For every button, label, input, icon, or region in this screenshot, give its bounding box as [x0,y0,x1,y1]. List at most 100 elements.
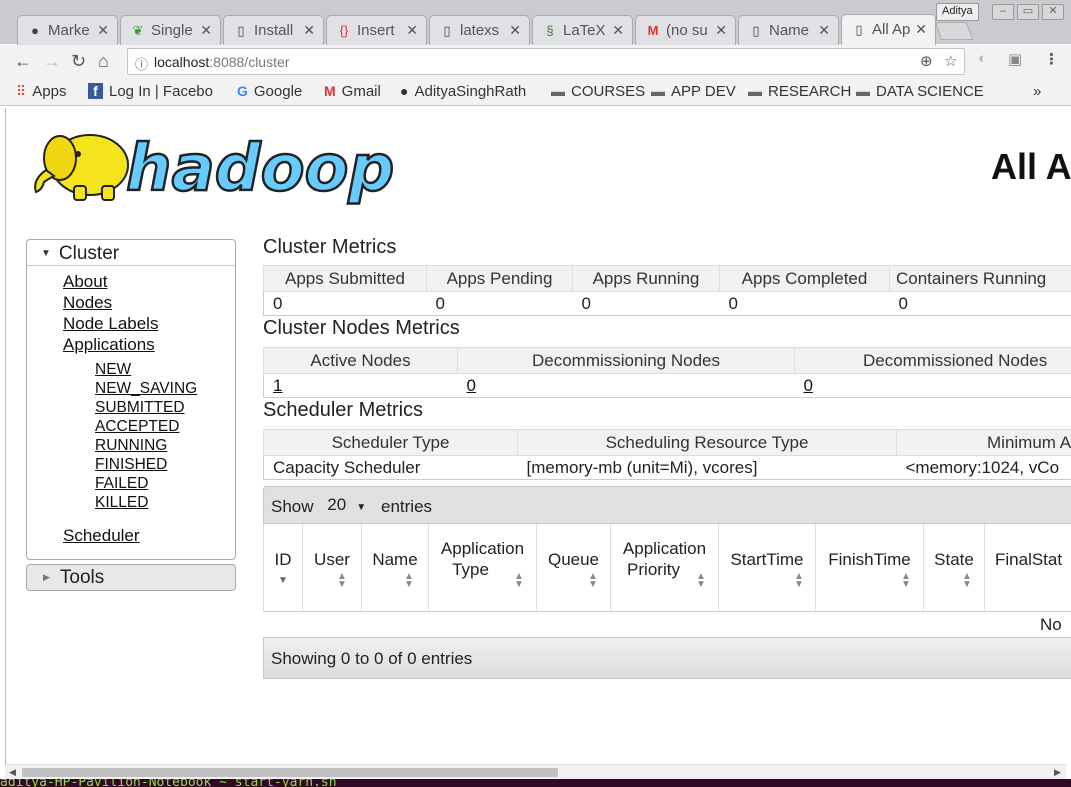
column-label: Application [622,539,707,558]
page-length-select[interactable]: 20 ▼ [322,493,373,517]
extension-icon[interactable]: ◐ [978,50,987,67]
new-tab-button[interactable] [934,22,974,40]
sidebar-state-killed[interactable]: KILLED [95,494,148,512]
bookmark-google[interactable]: G Google [237,83,302,100]
close-icon[interactable]: ✕ [915,21,927,38]
sidebar-item-about[interactable]: About [63,272,107,292]
folder-icon: ▬ [856,83,870,99]
close-icon[interactable]: ✕ [200,22,212,39]
close-icon[interactable]: ✕ [97,22,109,39]
address-bar[interactable]: ⓘ localhost:8088/cluster ⊕ ☆ [127,48,965,75]
sidebar-state-submitted[interactable]: SUBMITTED [95,399,185,417]
star-icon[interactable]: ☆ [944,52,957,70]
column-header[interactable]: Apps Pending [426,265,573,292]
tab-4[interactable]: ▯ latexs ✕ [429,15,530,45]
sidebar-state-failed[interactable]: FAILED [95,475,148,493]
bookmarks-overflow-button[interactable]: » [1033,83,1041,100]
close-icon[interactable]: ✕ [715,22,727,39]
column-header[interactable]: Containers Running [889,265,1071,292]
close-icon[interactable]: ✕ [818,22,830,39]
column-header[interactable]: Decommissioning Nodes [457,347,795,374]
page-icon: ▯ [237,23,245,38]
bookmark-folder-app-dev[interactable]: ▬ APP DEV [651,83,736,100]
column-state[interactable]: State ▲ ▼ [924,524,985,611]
decommissioning-nodes-link[interactable]: 0 [467,376,476,395]
sidebar-item-applications[interactable]: Applications [63,335,155,355]
tab-title: Install [254,22,294,39]
sidebar-state-finished[interactable]: FINISHED [95,456,167,474]
bookmark-gmail[interactable]: M Gmail [324,83,381,100]
active-nodes-link[interactable]: 1 [273,376,282,395]
reload-icon[interactable]: ↻ [71,51,86,72]
home-icon[interactable]: ⌂ [98,51,109,72]
tab-6[interactable]: M (no su ✕ [635,15,736,45]
bookmark-label: Gmail [341,83,381,100]
sidebar-state-accepted[interactable]: ACCEPTED [95,418,179,436]
minimum-allocation-value: <memory:1024, vCo [896,455,1071,480]
sidebar-state-new[interactable]: NEW [95,361,131,379]
tab-3[interactable]: {} Insert ✕ [326,15,427,45]
column-final-status[interactable]: FinalStat [985,524,1071,611]
scroll-right-arrow-icon[interactable]: ▶ [1054,767,1061,778]
node-metrics-title: Cluster Nodes Metrics [263,317,460,339]
bookmark-label: RESEARCH [768,83,852,100]
bookmark-apps[interactable]: ⠿ Apps [16,83,66,100]
extension-box-icon[interactable]: ▣ [1008,50,1022,68]
tab-1[interactable]: ❦ Single ✕ [120,15,221,45]
column-application-priority[interactable]: Application Priority ▲ ▼ [611,524,719,611]
forward-arrow-icon[interactable]: → [43,51,61,72]
metric-value: 0 [719,291,890,316]
sidebar-cluster-header[interactable]: ▼ Cluster [27,240,235,266]
chevron-down-icon: ▼ [356,502,367,513]
metric-value: 0 [572,291,720,316]
profile-chip[interactable]: Aditya [936,3,979,21]
bookmark-folder-research[interactable]: ▬ RESEARCH [748,83,851,100]
column-header[interactable]: Decommissioned Nodes [794,347,1071,374]
sidebar-state-running[interactable]: RUNNING [95,437,167,455]
close-icon[interactable]: ✕ [406,22,418,39]
column-start-time[interactable]: StartTime ▲ ▼ [719,524,816,611]
sidebar-state-new-saving[interactable]: NEW_SAVING [95,380,197,398]
tab-5[interactable]: § LaTeX ✕ [532,15,633,45]
tab-7[interactable]: ▯ Name ✕ [738,15,839,45]
column-header[interactable]: Apps Completed [719,265,890,292]
back-arrow-icon[interactable]: ← [14,51,32,72]
horizontal-scrollbar[interactable]: ◀ ▶ [5,764,1066,779]
column-user[interactable]: User ▲ ▼ [303,524,362,611]
bookmark-folder-courses[interactable]: ▬ COURSES [551,83,645,100]
close-icon[interactable]: ✕ [509,22,521,39]
bookmark-github[interactable]: ● AdityaSinghRath [400,83,537,100]
maximize-icon[interactable]: ▭ [1017,4,1039,20]
sidebar-item-nodes[interactable]: Nodes [63,293,112,313]
tab-0[interactable]: ● Marke ✕ [17,15,118,45]
info-icon[interactable]: ⓘ [135,54,148,73]
column-header[interactable]: Apps Running [572,265,720,292]
column-header[interactable]: Active Nodes [263,347,458,374]
scroll-left-arrow-icon[interactable]: ◀ [9,767,16,778]
sidebar-item-scheduler[interactable]: Scheduler [63,526,140,546]
decommissioned-nodes-link[interactable]: 0 [804,376,813,395]
tab-8-active[interactable]: ▯ All Ap ✕ [841,14,936,45]
column-application-type[interactable]: Application Type ▲ ▼ [429,524,537,611]
close-icon[interactable]: ✕ [612,22,624,39]
bookmark-label: DATA SCIENCE [876,83,984,100]
bookmark-folder-data-science[interactable]: ▬ DATA SCIENCE [856,83,984,100]
tab-2[interactable]: ▯ Install ✕ [223,15,324,45]
column-header[interactable]: Apps Submitted [263,265,427,292]
column-id[interactable]: ID ▼ [264,524,303,611]
apps-table-footer: Showing 0 to 0 of 0 entries [263,637,1071,679]
close-window-icon[interactable]: ✕ [1042,4,1064,20]
bookmark-facebook[interactable]: f Log In | Facebo [88,83,223,100]
minimize-icon[interactable]: – [992,4,1014,20]
zoom-icon[interactable]: ⊕ [920,52,933,70]
menu-dots-icon[interactable]: ⋮ [1044,50,1059,68]
column-finish-time[interactable]: FinishTime ▲ ▼ [816,524,924,611]
sidebar-item-node-labels[interactable]: Node Labels [63,314,158,334]
scrollbar-thumb[interactable] [22,768,558,777]
apps-table-toolbar: Show 20 ▼ entries [263,486,1071,524]
column-header[interactable]: Scheduling Resource Type [517,429,897,456]
column-header[interactable]: Scheduler Type [263,429,518,456]
close-icon[interactable]: ✕ [303,22,315,39]
sidebar-tools-header[interactable]: ▶ Tools [26,564,236,591]
column-header[interactable]: Minimum A [896,429,1071,456]
